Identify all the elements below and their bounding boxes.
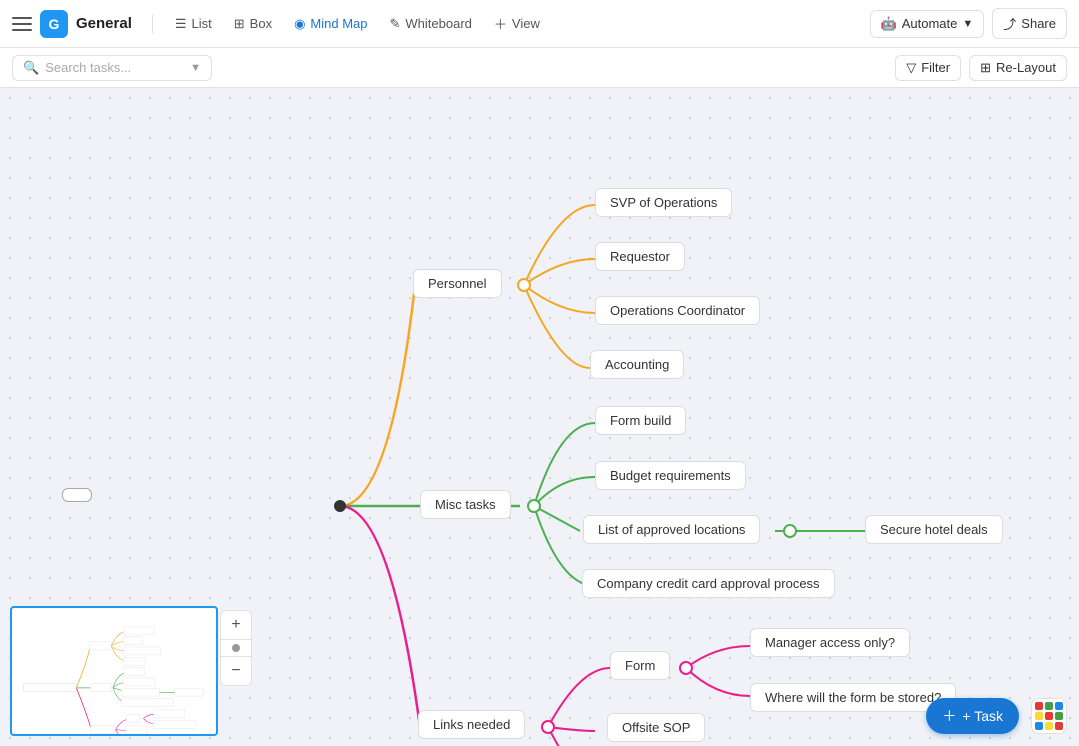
zoom-handle [232, 644, 240, 652]
box-icon: ⊞ [234, 16, 245, 32]
whiteboard-icon: ✎ [390, 16, 401, 32]
node-form-stored[interactable]: Where will the form be stored? [750, 683, 956, 712]
node-offsite-sop[interactable]: Offsite SOP [607, 713, 705, 742]
node-manager-access[interactable]: Manager access only? [750, 628, 910, 657]
node-budget-req[interactable]: Budget requirements [595, 461, 746, 490]
approved-loc-connector-dot [783, 524, 797, 538]
relayout-icon: ⊞ [980, 60, 991, 76]
task-plus-icon: ＋ [942, 706, 956, 726]
node-root[interactable] [62, 488, 92, 502]
node-form[interactable]: Form [610, 651, 670, 680]
hamburger-button[interactable] [12, 14, 32, 34]
automate-chevron-icon: ▼ [962, 18, 973, 30]
toolbar-right: ▽ Filter ⊞ Re-Layout [895, 55, 1067, 81]
node-personnel[interactable]: Personnel [413, 269, 502, 298]
mindmap-canvas[interactable]: Personnel SVP of Operations Requestor Op… [0, 88, 1079, 746]
automate-icon: 🤖 [881, 16, 897, 32]
node-approved-loc[interactable]: List of approved locations [583, 515, 760, 544]
share-button[interactable]: ⤴ Share [992, 8, 1067, 39]
search-chevron-icon: ▼ [190, 62, 201, 74]
node-accounting[interactable]: Accounting [590, 350, 684, 379]
share-icon: ⤴ [1003, 14, 1016, 33]
zoom-controls: + − [220, 610, 252, 686]
tab-list[interactable]: ☰ List [165, 10, 222, 38]
automate-button[interactable]: 🤖 Automate ▼ [870, 10, 985, 38]
minimap-svg [12, 608, 216, 734]
nav-tabs: ☰ List ⊞ Box ◉ Mind Map ✎ Whiteboard ＋ V… [165, 8, 550, 39]
grid-view-button[interactable] [1031, 698, 1067, 734]
node-ops-coord[interactable]: Operations Coordinator [595, 296, 760, 325]
header: G General ☰ List ⊞ Box ◉ Mind Map ✎ Whit… [0, 0, 1079, 48]
header-right: 🤖 Automate ▼ ⤴ Share [870, 8, 1067, 39]
filter-icon: ▽ [906, 60, 916, 76]
list-icon: ☰ [175, 16, 187, 32]
mindmap-icon: ◉ [294, 16, 305, 32]
node-credit-card[interactable]: Company credit card approval process [582, 569, 835, 598]
links-needed-connector-dot [541, 720, 555, 734]
view-plus-icon: ＋ [494, 14, 507, 33]
personnel-connector-dot [517, 278, 531, 292]
relayout-button[interactable]: ⊞ Re-Layout [969, 55, 1067, 81]
zoom-out-button[interactable]: − [221, 657, 251, 685]
tab-view[interactable]: ＋ View [484, 8, 550, 39]
search-placeholder: Search tasks... [45, 60, 184, 75]
tab-box[interactable]: ⊞ Box [224, 10, 282, 38]
minimap [10, 606, 218, 736]
grid-dots-icon [1035, 702, 1063, 730]
node-form-build[interactable]: Form build [595, 406, 686, 435]
misc-tasks-connector-dot [527, 499, 541, 513]
filter-button[interactable]: ▽ Filter [895, 55, 961, 81]
node-hotel-deals[interactable]: Secure hotel deals [865, 515, 1003, 544]
zoom-in-button[interactable]: + [221, 611, 251, 639]
node-links-needed[interactable]: Links needed [418, 710, 525, 739]
task-fab-button[interactable]: ＋ + Task [926, 698, 1019, 734]
node-misc-tasks[interactable]: Misc tasks [420, 490, 511, 519]
tab-whiteboard[interactable]: ✎ Whiteboard [380, 10, 482, 38]
app-title: General [76, 15, 132, 32]
root-connector-dot [334, 500, 346, 512]
form-connector-dot [679, 661, 693, 675]
search-box[interactable]: 🔍 Search tasks... ▼ [12, 55, 212, 81]
toolbar: 🔍 Search tasks... ▼ ▽ Filter ⊞ Re-Layout [0, 48, 1079, 88]
node-requestor[interactable]: Requestor [595, 242, 685, 271]
node-svp[interactable]: SVP of Operations [595, 188, 732, 217]
tab-mindmap[interactable]: ◉ Mind Map [284, 10, 377, 38]
app-logo: G [40, 10, 68, 38]
search-icon: 🔍 [23, 60, 39, 76]
